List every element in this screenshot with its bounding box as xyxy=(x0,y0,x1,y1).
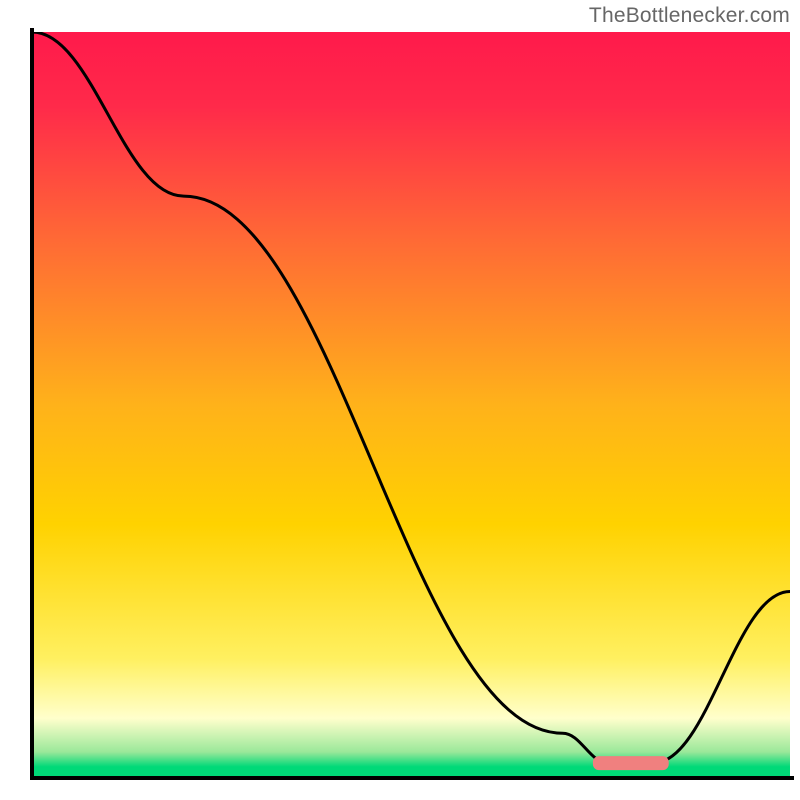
bottleneck-chart xyxy=(0,0,800,800)
gradient-background xyxy=(32,32,790,778)
optimal-range-marker xyxy=(593,756,669,770)
